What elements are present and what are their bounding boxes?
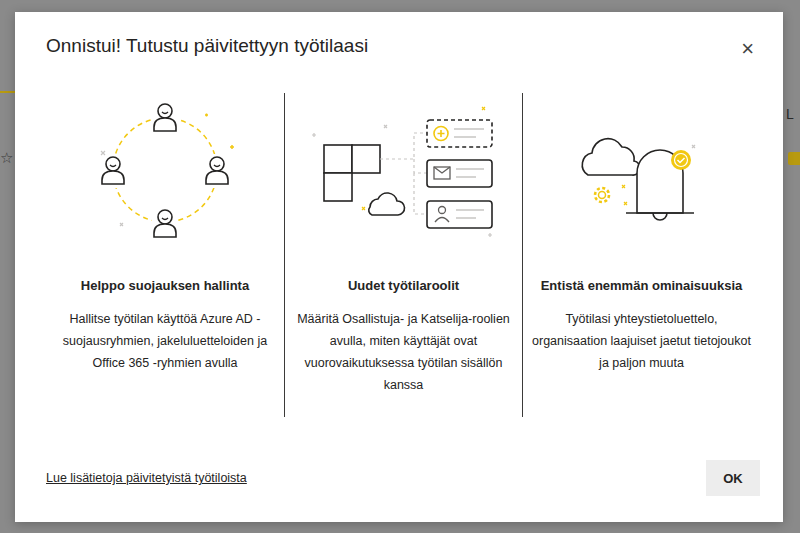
dialog: Onnistui! Tutustu päivitettyyn työtilaas…: [15, 12, 783, 522]
feature-column: Helppo suojauksen hallinta Hallitse työti…: [46, 93, 284, 417]
feature-description: Määritä Osallistuja- ja Katselija-roolie…: [294, 308, 514, 396]
cloud-bell-gear-icon: [542, 95, 742, 245]
close-button[interactable]: ×: [735, 38, 760, 60]
background-star-icon: ☆: [0, 149, 13, 167]
feature-column: Entistä enemmän ominaisuuksia Työtilasi y…: [522, 93, 760, 417]
feature-heading: Entistä enemmän ominaisuuksia: [541, 278, 743, 293]
feature-description: Työtilasi yhteystietoluettelo, organisaa…: [532, 308, 752, 374]
ok-button[interactable]: OK: [706, 460, 760, 496]
feature-heading: Uudet työtilaroolit: [348, 278, 459, 293]
dialog-title: Onnistui! Tutustu päivitettyyn työtilaas…: [46, 35, 368, 57]
dialog-header: Onnistui! Tutustu päivitettyyn työtilaas…: [46, 12, 760, 60]
background-accent-line: [0, 91, 16, 93]
dialog-footer: Lue lisätietoja päivitetyistä työtiloist…: [46, 460, 760, 522]
feature-description: Hallitse työtilan käyttöä Azure AD -suoj…: [55, 308, 275, 374]
feature-list: Helppo suojauksen hallinta Hallitse työti…: [46, 93, 760, 417]
people-circle-icon: [65, 95, 265, 245]
feature-column: Uudet työtilaroolit Määritä Osallistuja- …: [284, 93, 522, 417]
workspace-roles-icon: [304, 95, 504, 245]
feature-heading: Helppo suojauksen hallinta: [81, 278, 249, 293]
page-backdrop: ☆ L Onnistui! Tutustu päivitettyyn työtila…: [0, 0, 800, 533]
background-text: L: [786, 106, 794, 122]
learn-more-link[interactable]: Lue lisätietoja päivitetyistä työtiloist…: [46, 471, 247, 485]
background-badge: [788, 152, 800, 165]
